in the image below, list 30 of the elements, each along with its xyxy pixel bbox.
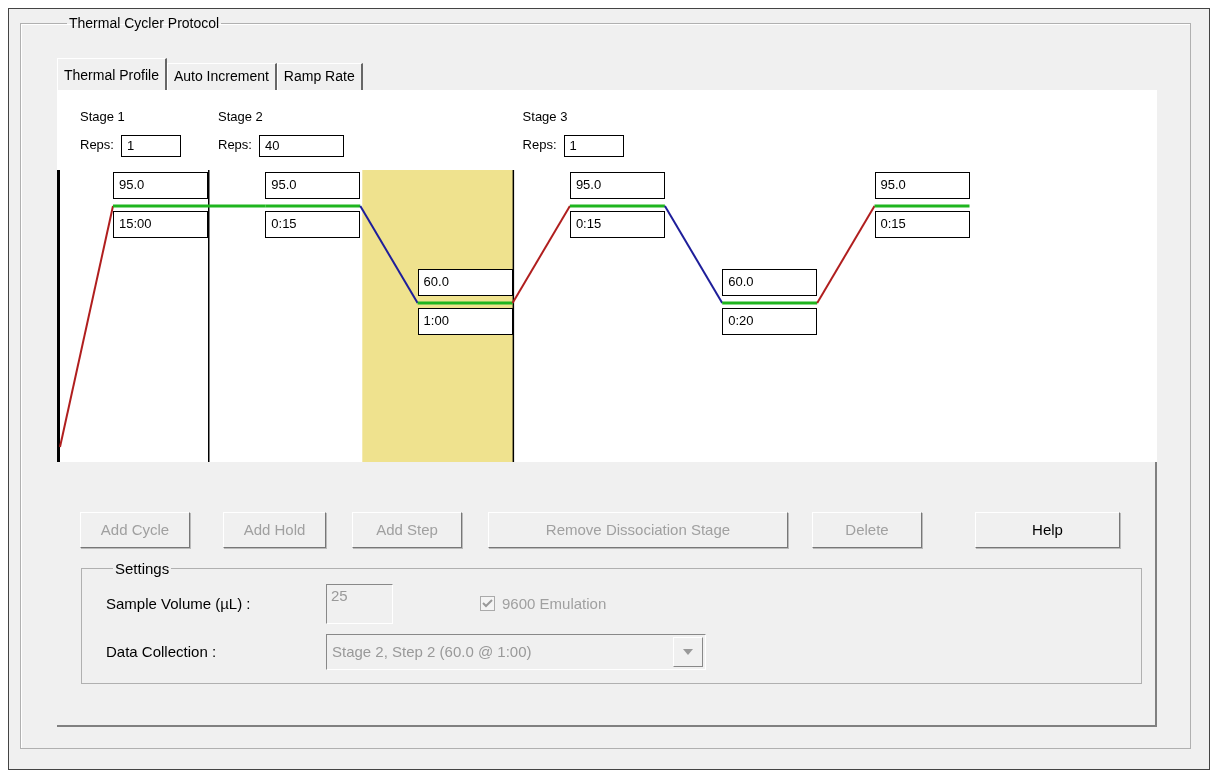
reps-label: Reps:	[218, 135, 252, 154]
checkbox-label: 9600 Emulation	[502, 593, 607, 614]
hold-time-field[interactable]: 0:15	[874, 210, 970, 238]
settings-title: Settings	[114, 559, 171, 578]
sample-volume-label: Sample Volume (µL) :	[106, 593, 252, 614]
hold-time-field[interactable]: 15:00	[113, 210, 208, 238]
group-title: Thermal Cycler Protocol	[68, 15, 221, 32]
data-collection-label: Data Collection :	[106, 641, 218, 662]
hold-time-field[interactable]: 0:20	[722, 307, 818, 335]
reps-field[interactable]: 40	[259, 134, 344, 157]
temperature-field[interactable]: 95.0	[113, 171, 208, 199]
tab[interactable]: Ramp Rate	[276, 62, 363, 90]
action-button[interactable]: Help	[975, 511, 1120, 548]
reps-field[interactable]: 1	[563, 134, 624, 157]
temperature-field[interactable]: 95.0	[265, 171, 361, 199]
tab[interactable]: Thermal Profile	[57, 57, 167, 90]
temperature-field[interactable]: 60.0	[722, 268, 818, 296]
hold-time-field[interactable]: 1:00	[417, 307, 513, 335]
hold-time-field[interactable]: 0:15	[265, 210, 361, 238]
temperature-field[interactable]: 95.0	[874, 171, 970, 199]
reps-field[interactable]: 1	[121, 134, 181, 157]
temperature-field[interactable]: 60.0	[417, 268, 513, 296]
hold-time-field[interactable]: 0:15	[569, 210, 665, 238]
stage-title: Stage 3	[522, 107, 568, 126]
tab[interactable]: Auto Increment	[166, 62, 277, 90]
reps-label: Reps:	[522, 135, 557, 154]
stage-title: Stage 1	[80, 107, 125, 126]
stage-title: Stage 2	[218, 107, 263, 126]
reps-label: Reps:	[80, 135, 114, 154]
temperature-field[interactable]: 95.0	[569, 171, 665, 199]
